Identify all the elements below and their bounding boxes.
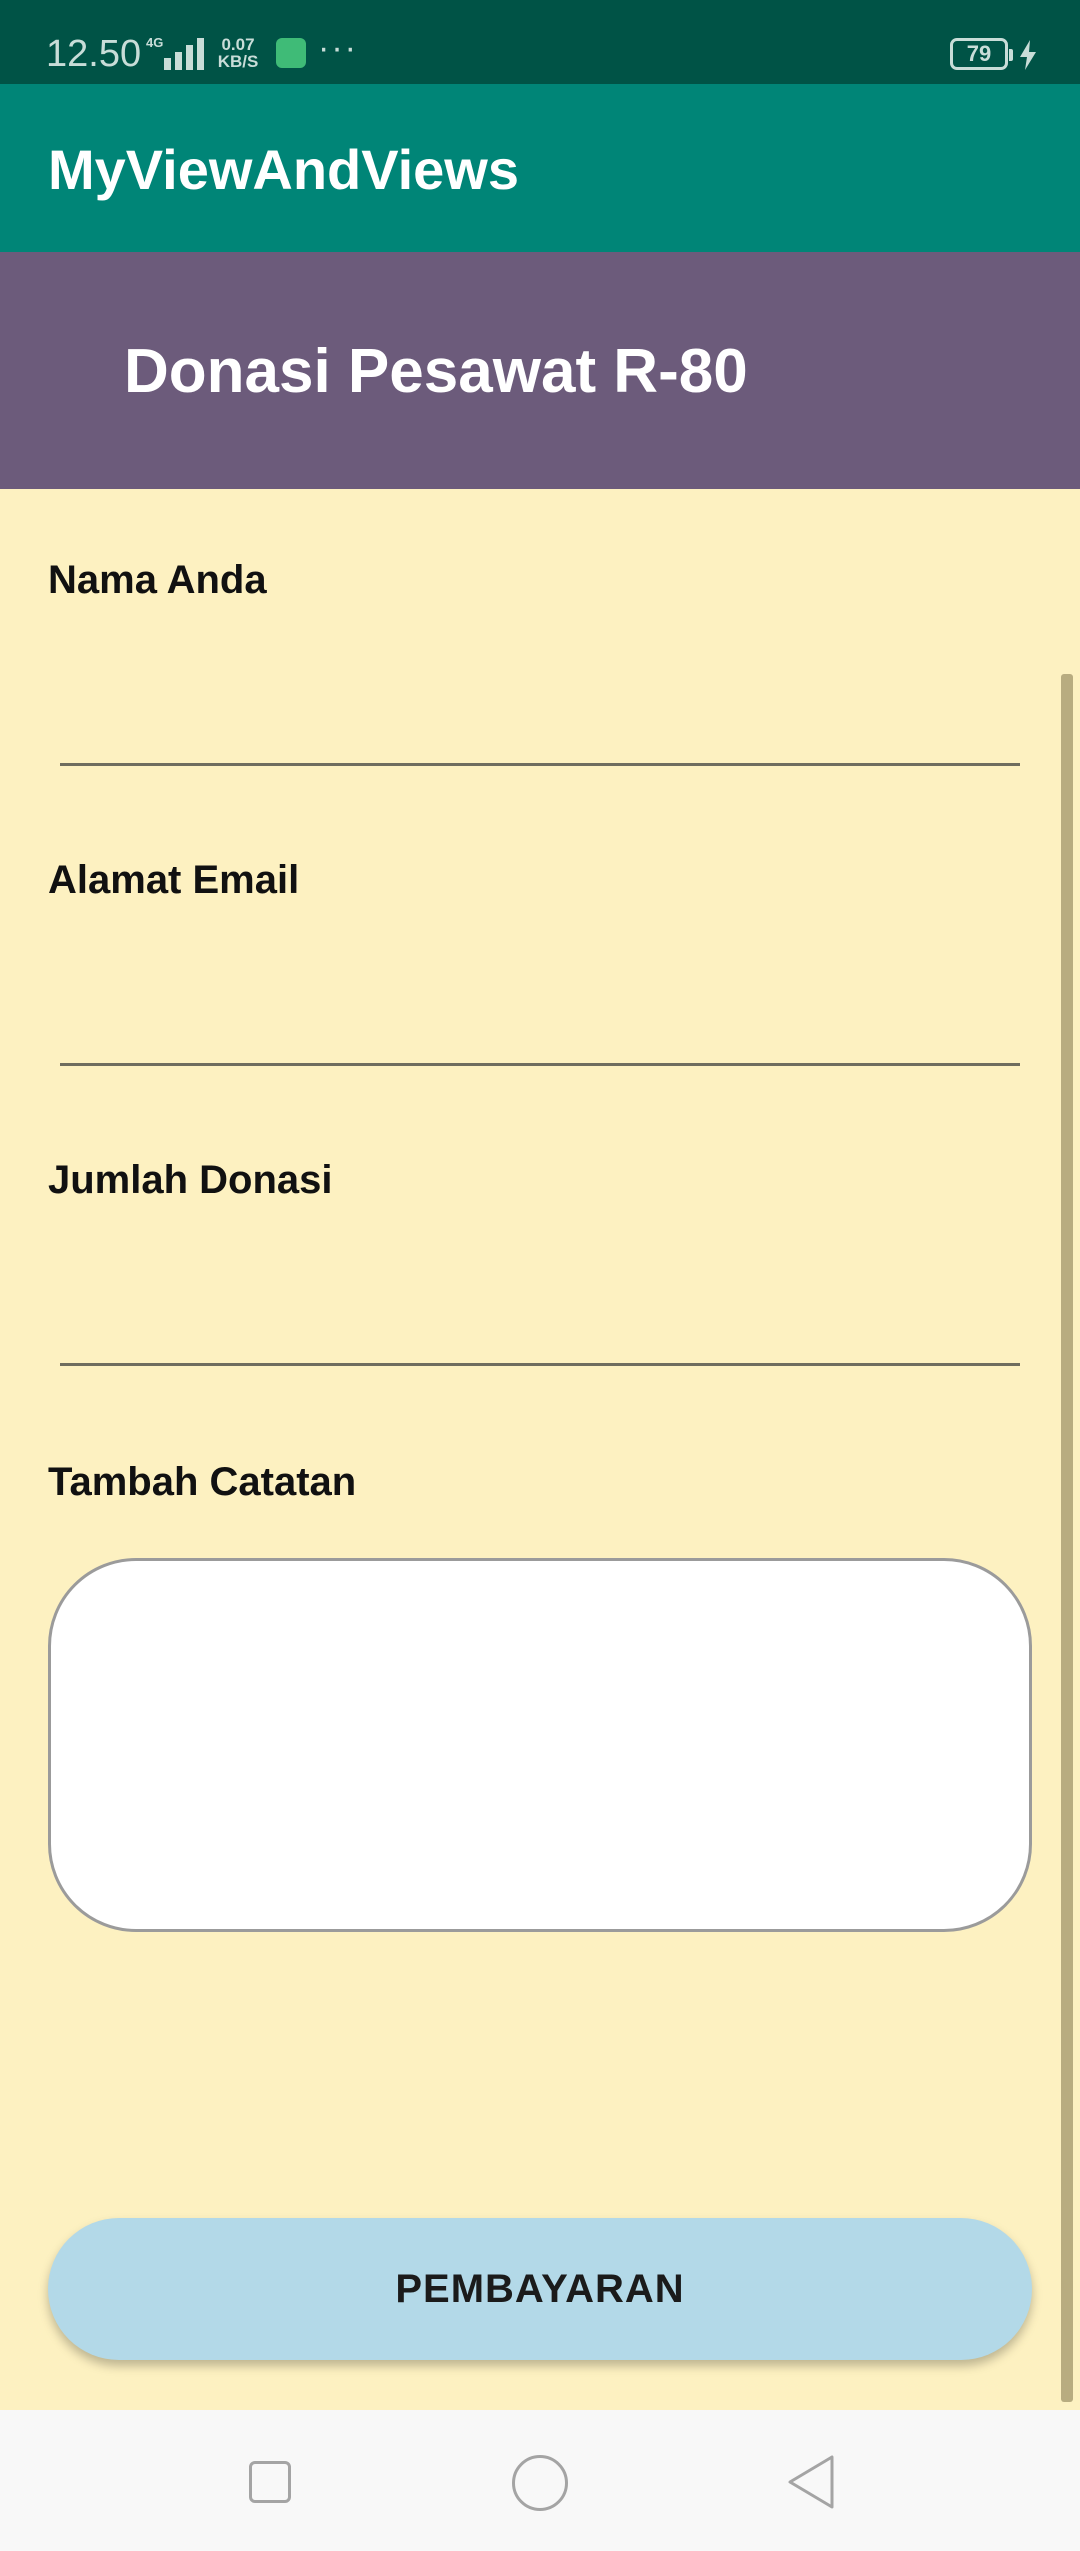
- donation-amount-input[interactable]: [60, 1266, 1020, 1366]
- battery-icon: 79: [950, 38, 1013, 70]
- navigation-bar: [0, 2410, 1080, 2551]
- app-bar: MyViewAndViews: [0, 84, 1080, 252]
- network-type: 4G: [146, 35, 164, 50]
- status-bar: 12.50 4G 0.07 KB/S ··· 79: [0, 0, 1080, 84]
- app-title: MyViewAndViews: [48, 138, 519, 201]
- signal-icon: [164, 38, 204, 70]
- home-icon[interactable]: [512, 2455, 568, 2511]
- name-input[interactable]: [60, 666, 1020, 766]
- email-label: Alamat Email: [48, 858, 300, 902]
- notes-textarea[interactable]: [48, 1558, 1032, 1932]
- name-label: Nama Anda: [48, 558, 267, 602]
- payment-button[interactable]: PEMBAYARAN: [48, 2218, 1032, 2360]
- speed-unit: KB/S: [217, 52, 259, 71]
- header-banner: Donasi Pesawat R-80: [0, 252, 1080, 489]
- network-speed: 0.07 KB/S: [214, 36, 262, 70]
- banner-title: Donasi Pesawat R-80: [124, 337, 748, 406]
- amount-label: Jumlah Donasi: [48, 1158, 333, 1202]
- more-notifications-icon: ···: [318, 29, 358, 67]
- email-input[interactable]: [60, 966, 1020, 1066]
- charging-icon: [1020, 40, 1036, 70]
- status-time: 12.50: [46, 33, 142, 75]
- notes-label: Tambah Catatan: [48, 1460, 357, 1504]
- speed-value: 0.07: [221, 35, 255, 54]
- notification-app-icon: [276, 38, 306, 68]
- back-icon[interactable]: [786, 2454, 836, 2510]
- scrollbar[interactable]: [1061, 674, 1073, 2402]
- recent-apps-icon[interactable]: [249, 2461, 291, 2503]
